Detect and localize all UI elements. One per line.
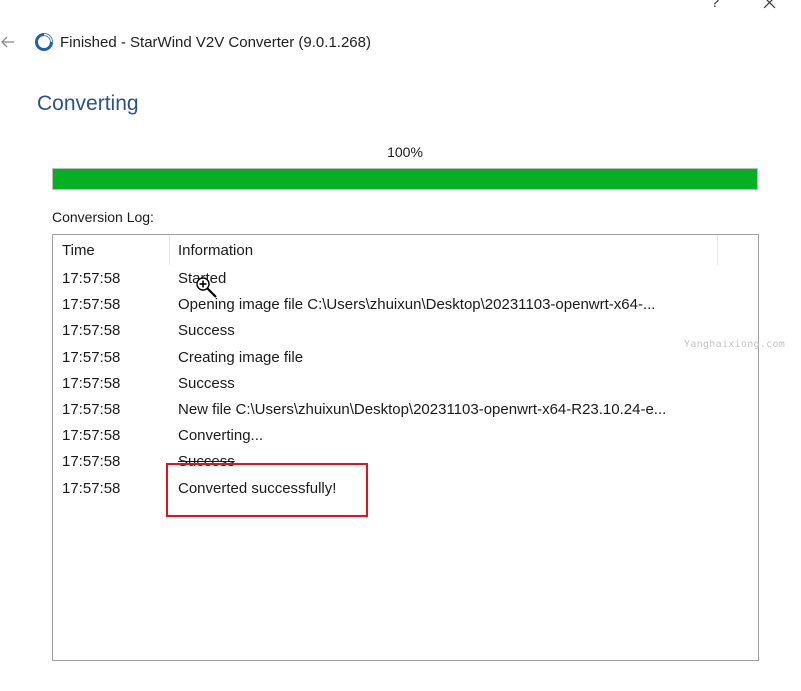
log-row[interactable]: 17:57:58 Success xyxy=(53,319,758,345)
log-info: Opening image file C:\Users\zhuixun\Desk… xyxy=(178,296,656,314)
column-header-information[interactable]: Information xyxy=(178,242,253,259)
progress-percent-label: 100% xyxy=(387,144,423,160)
log-info: New file C:\Users\zhuixun\Desktop\202311… xyxy=(178,400,667,418)
log-time: 17:57:58 xyxy=(62,479,121,497)
log-info: Converting... xyxy=(178,427,264,445)
log-info: Success xyxy=(178,453,235,471)
log-time: 17:57:58 xyxy=(62,270,121,287)
page-heading: Converting xyxy=(37,92,139,115)
column-separator[interactable] xyxy=(717,235,718,265)
log-time: 17:57:58 xyxy=(62,296,121,314)
window-header: Finished - StarWind V2V Converter (9.0.1… xyxy=(34,31,371,53)
help-button[interactable]: ? xyxy=(706,0,724,12)
back-button[interactable] xyxy=(0,34,16,50)
log-time: 17:57:58 xyxy=(62,374,121,392)
log-row[interactable]: 17:57:58 Converted successfully! xyxy=(53,477,758,503)
converter-window: ? Finished - StarWind V2V Converter (9.0… xyxy=(0,0,801,691)
log-row[interactable]: 17:57:58 New file C:\Users\zhuixun\Deskt… xyxy=(53,398,758,424)
log-info: Creating image file xyxy=(178,348,304,366)
log-row[interactable]: 17:57:58 Opening image file C:\Users\zhu… xyxy=(53,293,758,319)
log-info: Success xyxy=(178,322,235,340)
log-row[interactable]: 17:57:58 Converting... xyxy=(53,424,758,450)
log-column-header: Time Information xyxy=(53,235,758,267)
log-info: Started xyxy=(178,270,227,287)
log-rows: 17:57:58 Started 17:57:58 Opening image … xyxy=(53,267,758,503)
column-header-time[interactable]: Time xyxy=(62,242,95,259)
close-button[interactable] xyxy=(760,0,780,12)
log-time: 17:57:58 xyxy=(62,427,121,445)
log-row[interactable]: 17:57:58 Success xyxy=(53,372,758,398)
log-info: Success xyxy=(178,374,235,392)
close-icon xyxy=(763,0,776,9)
log-time: 17:57:58 xyxy=(62,348,121,366)
progress-bar xyxy=(52,168,758,190)
conversion-log-list[interactable]: Time Information 17:57:58 Started 17:57:… xyxy=(52,234,759,661)
watermark-text: Yanghaixiong.com xyxy=(684,339,786,350)
progress-bar-fill xyxy=(53,169,757,189)
log-row[interactable]: 17:57:58 Success xyxy=(53,450,758,476)
conversion-log-label: Conversion Log: xyxy=(52,209,154,225)
log-info: Converted successfully! xyxy=(178,479,337,497)
log-row[interactable]: 17:57:58 Started xyxy=(53,267,758,293)
starwind-logo-icon xyxy=(35,33,53,51)
column-separator[interactable] xyxy=(169,235,170,265)
window-title: Finished - StarWind V2V Converter (9.0.1… xyxy=(60,33,371,51)
back-arrow-icon xyxy=(1,36,14,48)
log-time: 17:57:58 xyxy=(62,400,121,418)
log-time: 17:57:58 xyxy=(62,322,121,340)
log-time: 17:57:58 xyxy=(62,453,121,471)
log-row[interactable]: 17:57:58 Creating image file xyxy=(53,346,758,372)
